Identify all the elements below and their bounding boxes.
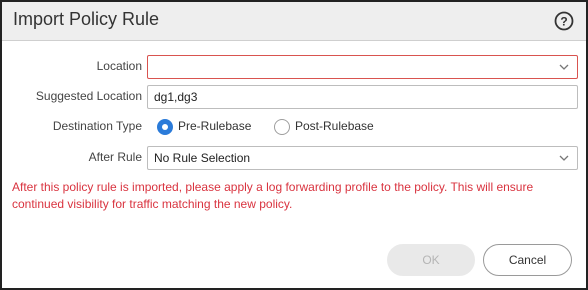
radio-post-rulebase-label: Post-Rulebase <box>295 119 374 133</box>
chevron-down-icon <box>559 64 569 70</box>
destination-type-row: Destination Type Pre-Rulebase Post-Ruleb… <box>2 115 586 139</box>
chevron-down-icon <box>559 155 569 161</box>
suggested-location-row: Suggested Location dg1,dg3 <box>2 85 586 109</box>
after-rule-row: After Rule No Rule Selection <box>2 146 586 170</box>
radio-unchecked-icon <box>274 119 290 135</box>
after-rule-label: After Rule <box>88 150 142 164</box>
radio-pre-rulebase-label: Pre-Rulebase <box>178 119 252 133</box>
location-label: Location <box>96 59 142 73</box>
suggested-location-field[interactable]: dg1,dg3 <box>147 85 578 109</box>
after-rule-value: No Rule Selection <box>154 151 251 165</box>
suggested-location-value: dg1,dg3 <box>154 90 198 104</box>
location-select[interactable] <box>147 55 578 79</box>
log-forwarding-warning: After this policy rule is imported, plea… <box>12 180 534 211</box>
help-circle-icon[interactable]: ? <box>554 11 574 31</box>
destination-type-label: Destination Type <box>52 119 142 133</box>
radio-checked-icon <box>157 119 173 135</box>
suggested-location-label: Suggested Location <box>35 89 142 103</box>
import-policy-rule-dialog: Import Policy Rule ? Location Suggested … <box>0 0 588 290</box>
svg-text:?: ? <box>560 15 567 29</box>
ok-button[interactable]: OK <box>387 244 475 276</box>
cancel-button[interactable]: Cancel <box>483 244 572 276</box>
location-row: Location <box>2 55 586 79</box>
dialog-titlebar: Import Policy Rule ? <box>2 2 586 41</box>
after-rule-select[interactable]: No Rule Selection <box>147 146 578 170</box>
dialog-title: Import Policy Rule <box>13 9 160 29</box>
